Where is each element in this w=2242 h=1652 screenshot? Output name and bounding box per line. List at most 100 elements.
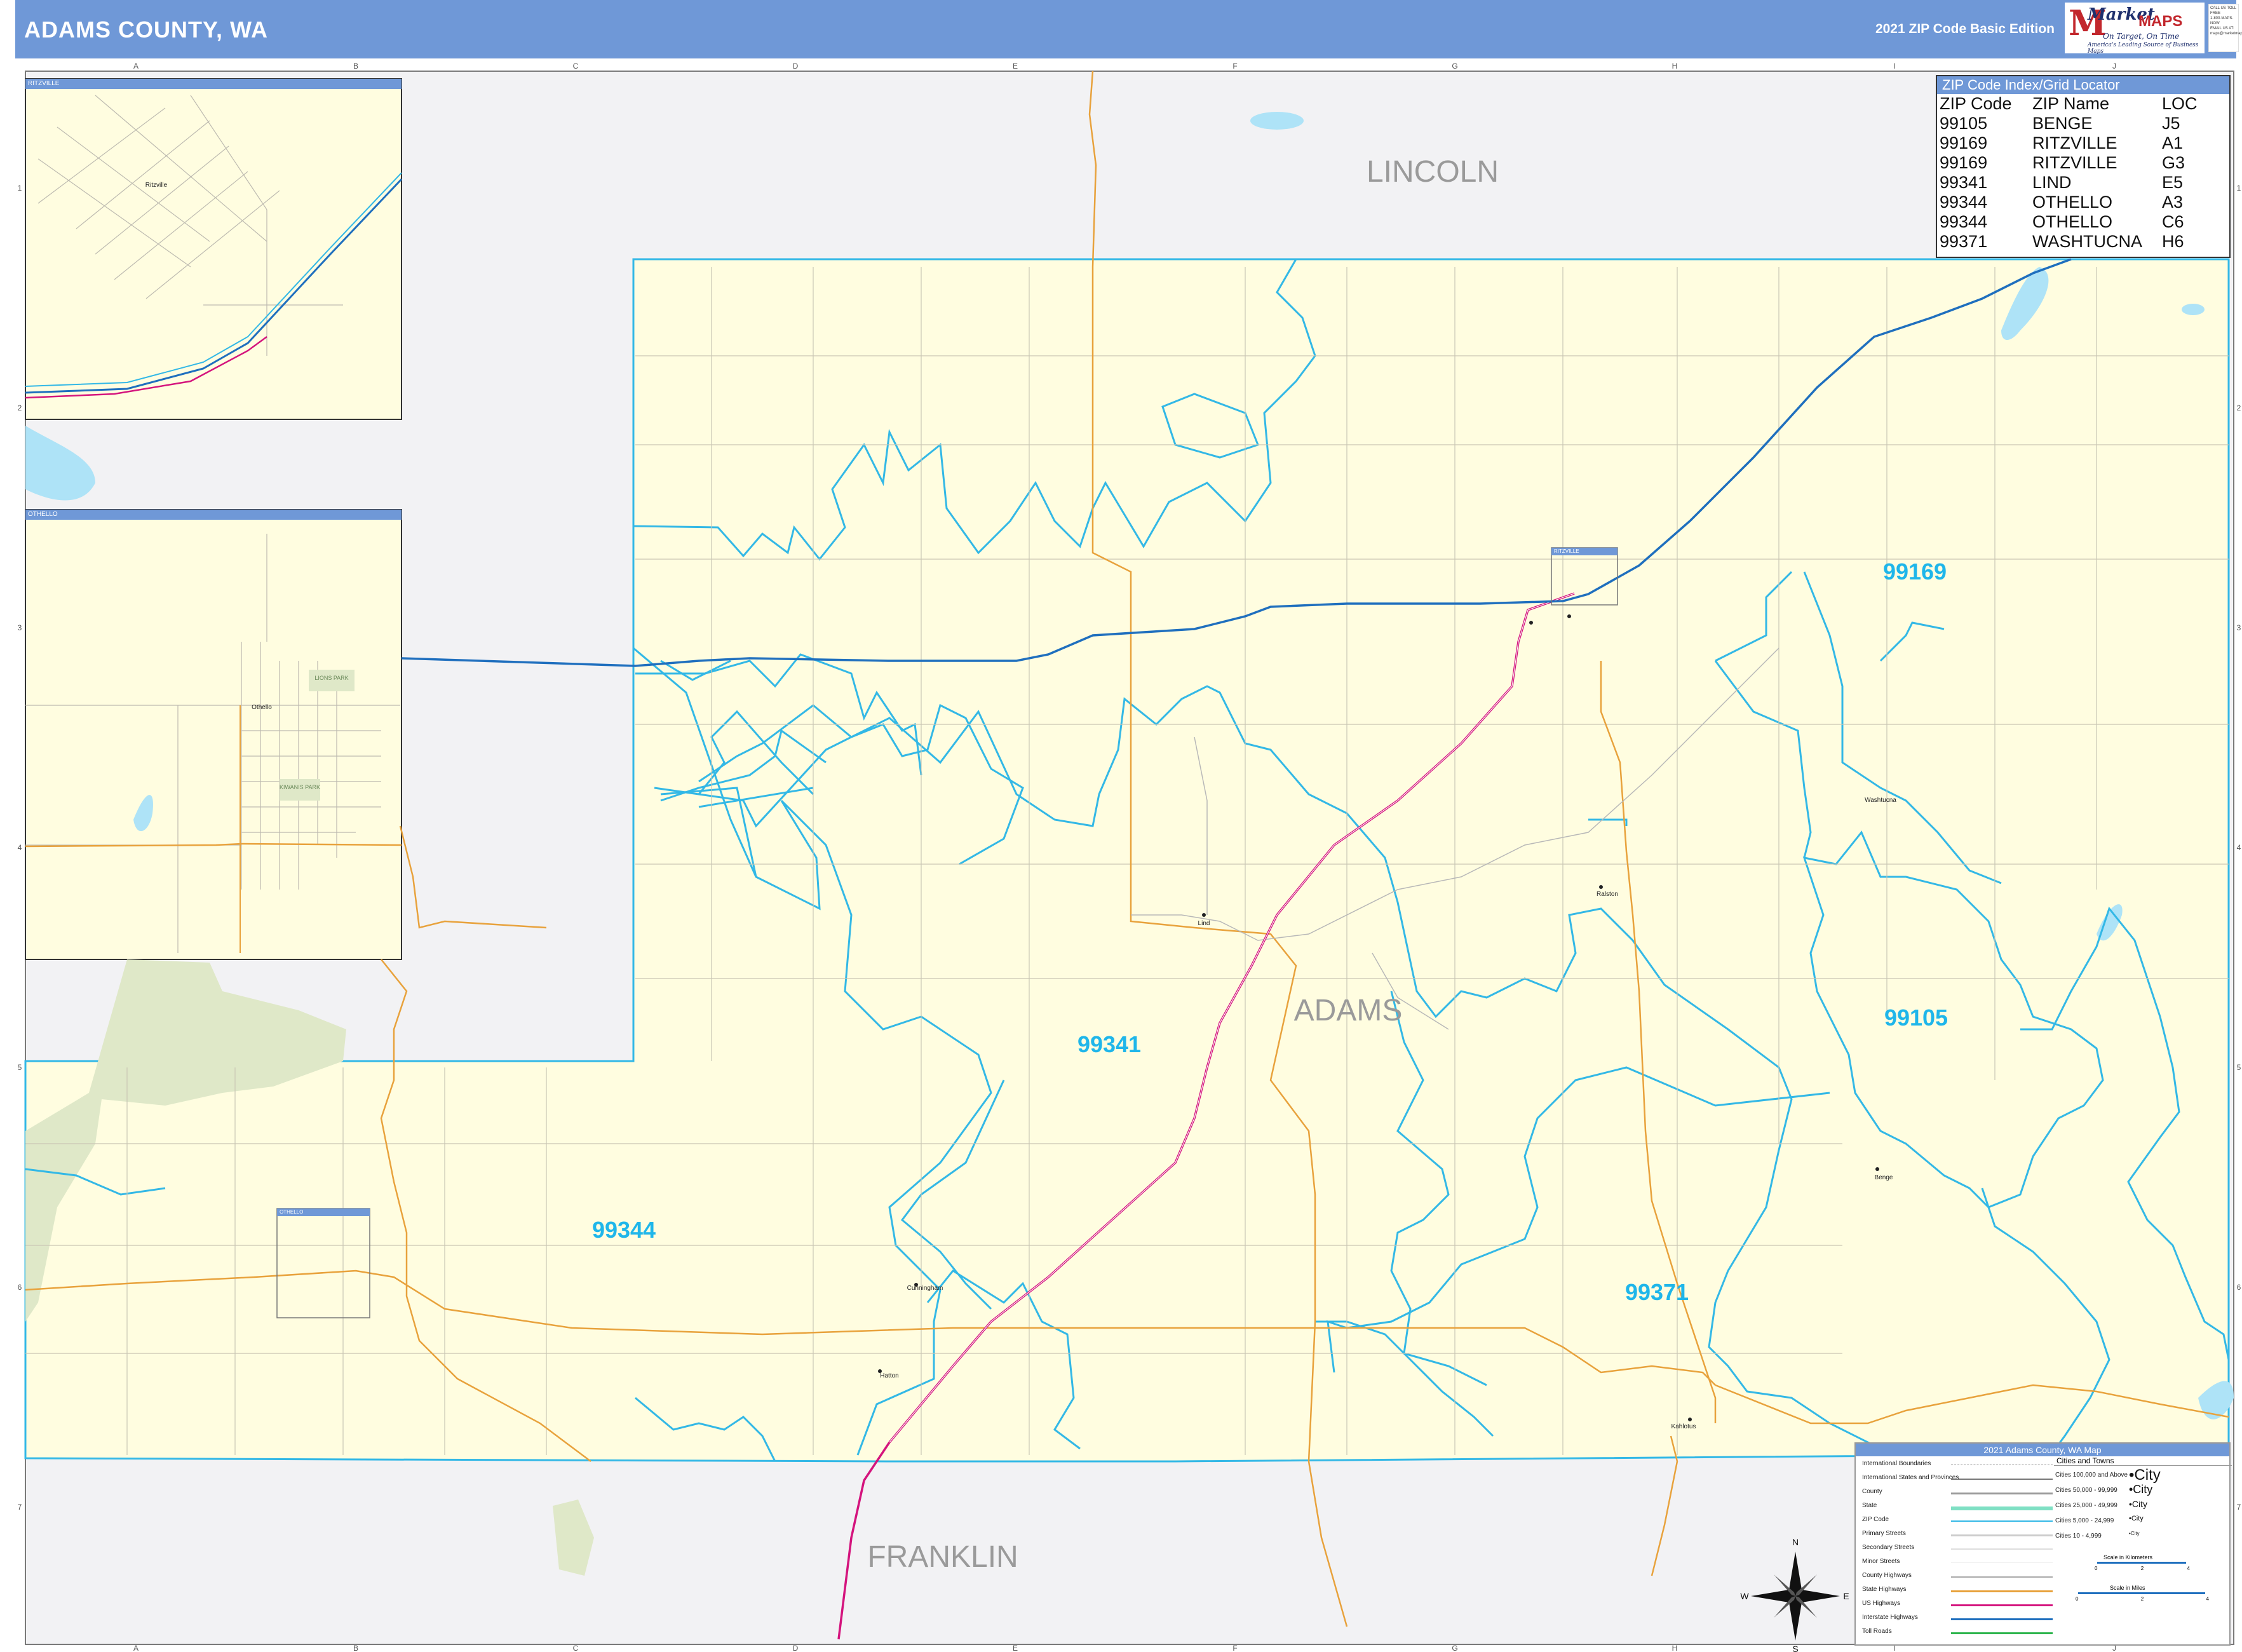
scale-mi-bar bbox=[2078, 1592, 2205, 1594]
table-row[interactable]: 99169 RITZVILLE G3 bbox=[1940, 153, 2198, 173]
grid-column-label-top: E bbox=[1013, 62, 1018, 71]
zip-cell: 99105 bbox=[1940, 114, 1988, 133]
legend-item-label: ZIP Code bbox=[1862, 1516, 1889, 1523]
grid-column-label-top: H bbox=[1672, 62, 1678, 71]
city-size-sample: •City bbox=[2129, 1483, 2153, 1496]
tick: 4 bbox=[2206, 1596, 2209, 1602]
place-label: Benge bbox=[1875, 1174, 1893, 1181]
compass-w: W bbox=[1740, 1591, 1749, 1601]
table-row[interactable]: 99105 BENGE J5 bbox=[1940, 114, 2198, 133]
legend-line-swatch bbox=[1951, 1576, 2053, 1578]
town-dot bbox=[1567, 614, 1571, 618]
grid-row-label-left: 2 bbox=[18, 403, 22, 412]
grid-column-label-bottom: E bbox=[1013, 1644, 1018, 1652]
town-dot bbox=[1688, 1418, 1692, 1421]
legend-item-label: County Highways bbox=[1862, 1572, 1912, 1579]
scale-km-bar bbox=[2097, 1562, 2186, 1564]
loc-cell: G3 bbox=[2162, 153, 2185, 172]
grid-column-label-top: C bbox=[573, 62, 579, 71]
zip-index-table: ZIP Code ZIP Name LOC 99105 BENGE J5 99169… bbox=[1940, 94, 2198, 252]
tick: 0 bbox=[2076, 1596, 2079, 1602]
town-dot bbox=[1875, 1167, 1879, 1171]
county-map[interactable]: LINCOLNADAMSFRANKLIN99169993419910599344… bbox=[0, 0, 2242, 1652]
grid-column-label-top: D bbox=[793, 62, 799, 71]
compass-e: E bbox=[1843, 1591, 1849, 1601]
grid-row-label-left: 7 bbox=[18, 1503, 22, 1512]
legend-item-label: Minor Streets bbox=[1862, 1558, 1900, 1565]
zip-code-label: 99371 bbox=[1625, 1279, 1689, 1305]
zip-cell: 99344 bbox=[1940, 193, 1988, 212]
inset-place-label: Othello bbox=[252, 704, 272, 711]
legend-line-swatch bbox=[1951, 1548, 2053, 1550]
grid-column-label-top: F bbox=[1232, 62, 1237, 71]
loc-cell: E5 bbox=[2162, 173, 2184, 192]
city-size-label: Cities 10 - 4,999 bbox=[2055, 1533, 2102, 1540]
table-row[interactable]: 99169 RITZVILLE A1 bbox=[1940, 133, 2198, 153]
inset-park-label: KIWANIS PARK bbox=[280, 784, 320, 790]
grid-row-label-right: 2 bbox=[2237, 403, 2241, 412]
grid-column-label-bottom: D bbox=[793, 1644, 799, 1652]
ritzville-box-title: RITZVILLE bbox=[1554, 548, 1579, 554]
map-legend: 2021 Adams County, WA Map International … bbox=[1854, 1442, 2232, 1646]
col-header: LOC bbox=[2162, 94, 2198, 113]
city-size-label: Cities 25,000 - 49,999 bbox=[2055, 1502, 2117, 1509]
legend-item-label: Toll Roads bbox=[1862, 1628, 1892, 1635]
zip-cell: 99169 bbox=[1940, 133, 1988, 152]
county-name-label: ADAMS bbox=[1294, 994, 1403, 1027]
legend-item-label: Secondary Streets bbox=[1862, 1544, 1915, 1551]
legend-line-swatch bbox=[1951, 1506, 2053, 1510]
city-size-sample: •City bbox=[2129, 1515, 2144, 1523]
legend-item-label: US Highways bbox=[1862, 1600, 1901, 1607]
cities-header: Cities and Towns bbox=[2054, 1456, 2232, 1466]
grid-row-label-left: 3 bbox=[18, 623, 22, 632]
zip-code-label: 99341 bbox=[1077, 1031, 1141, 1057]
tick: 2 bbox=[2140, 1596, 2144, 1602]
table-row[interactable]: 99371 WASHTUCNA H6 bbox=[1940, 232, 2198, 252]
legend-item-label: State Highways bbox=[1862, 1586, 1907, 1593]
grid-column-label-top: B bbox=[353, 62, 358, 71]
place-label: Hatton bbox=[880, 1372, 898, 1379]
place-label: Cunningham bbox=[907, 1285, 943, 1292]
place-label: Kahlotus bbox=[1671, 1423, 1696, 1430]
place-label: Lind bbox=[1198, 920, 1210, 927]
loc-cell: J5 bbox=[2162, 114, 2180, 133]
town-dot bbox=[1599, 885, 1603, 889]
grid-row-label-left: 1 bbox=[18, 184, 22, 193]
grid-column-label-bottom: G bbox=[1452, 1644, 1457, 1652]
legend-line-swatch bbox=[1951, 1479, 2053, 1480]
grid-column-label-bottom: B bbox=[353, 1644, 358, 1652]
tick: 2 bbox=[2140, 1566, 2144, 1571]
zip-index-title: ZIP Code Index/Grid Locator bbox=[1937, 76, 2229, 94]
scale-km-ticks: 0 2 4 bbox=[2095, 1566, 2190, 1571]
othello-box-title: OTHELLO bbox=[280, 1209, 304, 1215]
grid-column-label-bottom: H bbox=[1672, 1644, 1678, 1652]
zip-name-cell: RITZVILLE bbox=[2032, 133, 2117, 152]
legend-line-swatch bbox=[1951, 1534, 2053, 1536]
grid-row-label-right: 3 bbox=[2237, 623, 2241, 632]
city-size-sample: •City bbox=[2129, 1499, 2148, 1510]
grid-row-label-left: 5 bbox=[18, 1063, 22, 1072]
table-row[interactable]: 99344 OTHELLO A3 bbox=[1940, 193, 2198, 212]
grid-column-label-top: G bbox=[1452, 62, 1457, 71]
city-size-label: Cities 5,000 - 24,999 bbox=[2055, 1517, 2114, 1524]
zip-cell: 99371 bbox=[1940, 232, 1988, 251]
col-header: ZIP Code bbox=[1940, 94, 2012, 113]
loc-cell: C6 bbox=[2162, 212, 2184, 231]
zip-code-label: 99105 bbox=[1884, 1005, 1948, 1031]
county-name-label: FRANKLIN bbox=[867, 1540, 1018, 1574]
table-row[interactable]: 99341 LIND E5 bbox=[1940, 173, 2198, 193]
town-dot bbox=[1202, 913, 1206, 917]
zip-name-cell: OTHELLO bbox=[2032, 212, 2113, 231]
zip-code-label: 99344 bbox=[592, 1217, 656, 1243]
zip-index-header-row: ZIP Code ZIP Name LOC bbox=[1940, 94, 2198, 114]
loc-cell: A3 bbox=[2162, 193, 2184, 212]
grid-row-label-left: 4 bbox=[18, 843, 22, 852]
grid-column-label-top: I bbox=[1893, 62, 1895, 71]
grid-row-label-right: 1 bbox=[2237, 184, 2241, 193]
compass-s: S bbox=[1792, 1644, 1798, 1652]
legend-line-swatch bbox=[1951, 1520, 2053, 1522]
zip-cell: 99169 bbox=[1940, 153, 1988, 172]
legend-item-label: International States and Provinces bbox=[1862, 1474, 1959, 1481]
tick: 4 bbox=[2187, 1566, 2190, 1571]
table-row[interactable]: 99344 OTHELLO C6 bbox=[1940, 212, 2198, 232]
